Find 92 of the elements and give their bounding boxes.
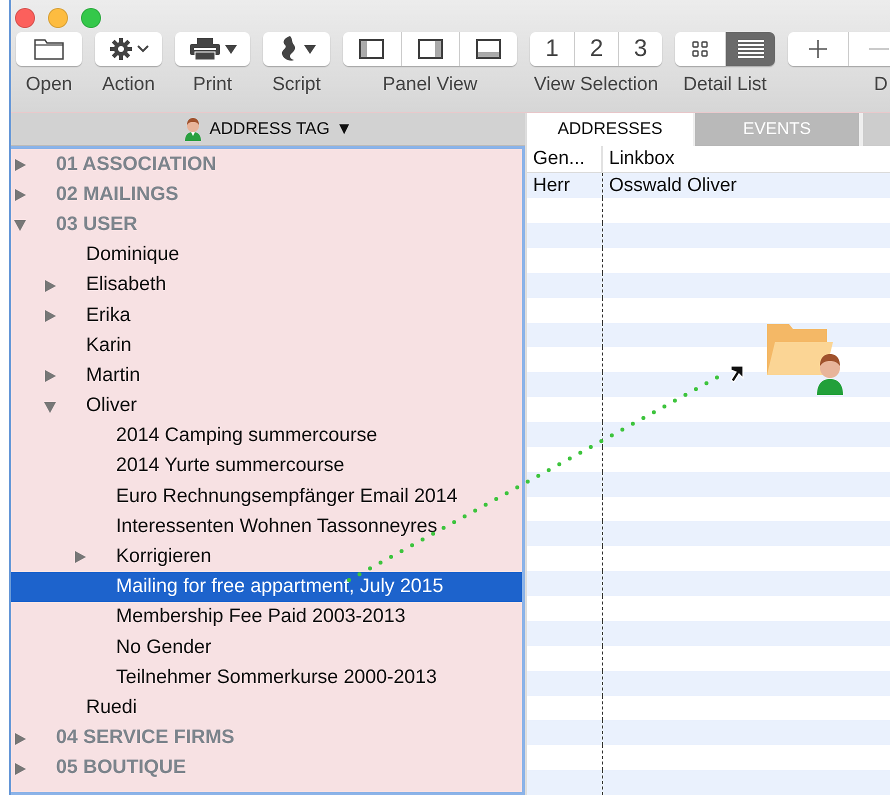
close-button[interactable] — [15, 8, 35, 28]
view-selection-button[interactable]: 2 — [574, 32, 618, 66]
gear-icon — [108, 37, 132, 61]
selected-tree-row[interactable]: Mailing for free appartment, July 2015 — [11, 572, 522, 602]
collapsed-triangle-icon[interactable] — [13, 188, 27, 202]
group-label: 05 BOUTIQUE — [56, 756, 186, 780]
toolbar-label: Print — [192, 74, 232, 96]
tag-label: Martin — [86, 364, 140, 387]
caret-icon — [304, 44, 316, 54]
group-label: 01 ASSOCIATION — [56, 152, 216, 176]
printer-icon — [188, 37, 220, 61]
collapsed-triangle-icon[interactable] — [13, 762, 27, 776]
toolbar-label: Detail List — [683, 74, 767, 96]
tree-header[interactable]: ADDRESS TAG ▼ — [11, 113, 525, 146]
toolbar-label: Panel View — [382, 74, 478, 96]
tree-row[interactable]: Euro Rechnungsempfänger Email 2014 — [11, 481, 522, 512]
tag-label: Karin — [86, 334, 132, 357]
tag-label: Ruedi — [86, 696, 137, 719]
group-label: 04 SERVICE FIRMS — [56, 726, 234, 750]
toolbar-label: Action — [102, 74, 155, 96]
tag-label: Teilnehmer Sommerkurse 2000-2013 — [116, 666, 437, 689]
tree-row[interactable]: Oliver — [11, 390, 522, 421]
tag-label: Erika — [86, 304, 130, 327]
tree-row[interactable]: Interessenten Wohnen Tassonneyres — [11, 511, 522, 542]
tree-row[interactable]: 2014 Yurte summercourse — [11, 450, 522, 482]
open-button[interactable] — [16, 32, 82, 66]
tag-label: Dominique — [86, 243, 180, 266]
tree-row[interactable]: Dominique — [11, 240, 522, 270]
collapsed-triangle-icon[interactable] — [13, 158, 27, 172]
expanded-triangle-icon[interactable] — [43, 400, 57, 414]
panel-view-button[interactable] — [459, 32, 517, 66]
toolbar-label: Open — [26, 74, 72, 96]
tag-label: Membership Fee Paid 2003-2013 — [116, 605, 406, 628]
caret-icon: ▼ — [336, 119, 353, 139]
bottom-panel-icon — [476, 38, 502, 60]
left-panel-icon — [359, 38, 385, 60]
group-label: 02 MAILINGS — [56, 182, 178, 206]
person-icon — [183, 117, 204, 141]
tree-row[interactable]: No Gender — [11, 632, 522, 662]
folder-icon — [767, 324, 843, 395]
collapsed-triangle-icon[interactable] — [73, 550, 87, 564]
tree-row[interactable]: Ruedi — [11, 692, 522, 723]
add-button[interactable] — [788, 32, 848, 66]
tag-label: Mailing for free appartment, July 2015 — [116, 575, 444, 598]
tree-row[interactable]: Karin — [11, 330, 522, 360]
print-button[interactable] — [175, 32, 250, 66]
view-mode-button[interactable] — [725, 32, 775, 66]
tree-row[interactable]: Martin — [11, 360, 522, 390]
tag-label: Korrigieren — [116, 545, 212, 568]
tree-row[interactable]: Korrigieren — [11, 541, 522, 572]
right-panel-icon — [418, 38, 444, 60]
minus-icon — [868, 47, 888, 51]
minimize-button[interactable] — [48, 8, 68, 28]
toolbar-label: Script — [272, 74, 321, 96]
list-icon — [738, 40, 764, 58]
tag-label: Euro Rechnungsempfänger Email 2014 — [116, 484, 458, 508]
collapsed-triangle-icon[interactable] — [43, 308, 57, 323]
tab[interactable]: ADDRESSES — [527, 113, 695, 146]
panel-view-button[interactable] — [343, 32, 401, 66]
toolbar-label: View Selection — [534, 74, 658, 96]
tree-row[interactable]: 2014 Camping summercourse — [11, 420, 522, 451]
caret-icon — [224, 44, 236, 54]
tree-row[interactable]: Teilnehmer Sommerkurse 2000-2013 — [11, 662, 522, 692]
action-button[interactable] — [95, 32, 162, 66]
collapsed-triangle-icon[interactable] — [43, 278, 57, 293]
tree-row[interactable]: Membership Fee Paid 2003-2013 — [11, 602, 522, 632]
tag-label: Oliver — [86, 394, 137, 418]
tag-label: 2014 Camping summercourse — [116, 424, 378, 448]
panel-view-button[interactable] — [401, 32, 459, 66]
folder-icon — [34, 38, 64, 60]
plus-icon — [808, 39, 828, 59]
chevron-down-icon — [136, 45, 148, 53]
collapsed-triangle-icon[interactable] — [13, 732, 27, 746]
column-header[interactable]: Linkbox — [603, 146, 890, 172]
view-selection-button[interactable]: 1 — [530, 32, 574, 66]
zoom-button[interactable] — [81, 8, 101, 28]
view-selection-button[interactable]: 3 — [618, 32, 662, 66]
tree-row[interactable]: Elisabeth — [11, 270, 522, 300]
tree-header-title: ADDRESS TAG — [209, 119, 330, 139]
script-button[interactable] — [263, 32, 330, 66]
tag-label: Elisabeth — [86, 273, 166, 296]
group-label: 03 USER — [56, 212, 138, 236]
tag-label: 2014 Yurte summercourse — [116, 454, 344, 478]
view-mode-button[interactable] — [675, 32, 725, 66]
table-cell-text: Osswald Oliver — [608, 174, 738, 198]
collapsed-triangle-icon[interactable] — [43, 369, 57, 384]
expanded-triangle-icon[interactable] — [13, 218, 27, 232]
tag-label: No Gender — [116, 636, 212, 659]
grid-icon — [692, 41, 708, 57]
tree-row[interactable]: Erika — [11, 300, 522, 330]
toolbar-label: D — [874, 74, 888, 96]
tag-label: Interessenten Wohnen Tassonneyres — [116, 514, 438, 538]
